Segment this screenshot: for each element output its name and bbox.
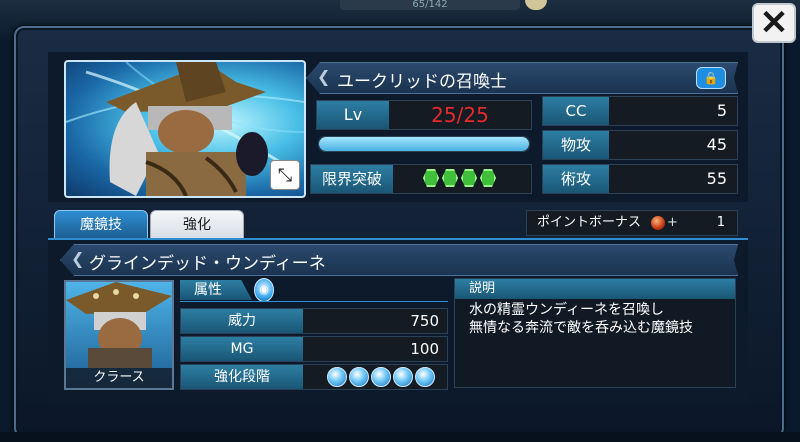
- summoner-illustration: [66, 62, 304, 196]
- limit-break-gem-icon: [423, 169, 439, 187]
- enhance-orb-icon: [393, 367, 413, 387]
- point-orb-icon: [651, 216, 665, 230]
- character-name: クラース: [66, 368, 172, 388]
- stat-label: 物攻: [543, 131, 609, 159]
- enhance-orb-icon: [371, 367, 391, 387]
- chevron-left-icon: ❮: [71, 249, 85, 268]
- skill-power-row: 威力 750: [180, 308, 448, 334]
- point-bonus-value: 1: [716, 215, 725, 230]
- water-element-icon: ◉: [254, 278, 274, 302]
- stat-label: 術攻: [543, 165, 609, 193]
- enhance-orb-icon: [349, 367, 369, 387]
- stat-value: 5: [716, 101, 727, 120]
- unit-portrait[interactable]: ⤡: [64, 60, 306, 198]
- unit-name: ユークリッドの召喚士: [337, 72, 507, 92]
- close-icon: ✕: [759, 4, 789, 42]
- tab-enhance[interactable]: 強化: [150, 210, 244, 240]
- stat-value: 45: [706, 135, 727, 154]
- limit-break-gem-icon: [480, 169, 496, 187]
- enhance-stage-orbs: [327, 367, 435, 387]
- stat-label: CC: [543, 97, 609, 125]
- resize-icon: ⤡: [277, 164, 293, 186]
- description-label: 説明: [455, 279, 735, 299]
- enhance-orb-icon: [327, 367, 347, 387]
- skill-row-label: 威力: [181, 309, 303, 333]
- close-button[interactable]: ✕: [752, 3, 796, 43]
- character-illustration: [66, 282, 172, 368]
- enhance-orb-icon: [415, 367, 435, 387]
- tab-mirror-arte[interactable]: 魔鏡技: [54, 210, 148, 240]
- level-label: Lv: [317, 101, 389, 129]
- skill-name-bar: ❮ グラインデッド・ウンディーネ: [60, 244, 738, 276]
- description-line: 無情なる奔流で敵を呑み込む魔鏡技: [469, 320, 693, 336]
- skill-row-label: MG: [181, 337, 303, 361]
- unit-name-bar: ❮ ユークリッドの召喚士: [306, 62, 738, 94]
- skill-name: グラインデッド・ウンディーネ: [89, 254, 326, 274]
- stat-magic-attack: 術攻 55: [542, 164, 738, 194]
- skill-row-value: 100: [410, 340, 439, 358]
- limit-break-gem-icon: [461, 169, 477, 187]
- skill-mg-row: MG 100: [180, 336, 448, 362]
- attribute-label: 属性: [180, 280, 252, 300]
- point-bonus-plus: +: [667, 215, 678, 230]
- bottom-strip: [0, 432, 800, 442]
- lock-button[interactable]: 🔒: [696, 67, 726, 89]
- limit-break-label: 限界突破: [311, 165, 393, 193]
- exp-bar-fill: [319, 137, 529, 151]
- divider: [180, 301, 448, 302]
- limit-break-gems: [423, 169, 496, 187]
- description-text: 水の精霊ウンディーネを召喚し 無情なる奔流で敵を呑み込む魔鏡技: [469, 301, 729, 337]
- skill-description: 説明 水の精霊ウンディーネを召喚し 無情なる奔流で敵を呑み込む魔鏡技: [454, 278, 736, 388]
- point-bonus-label: ポイントボーナス: [537, 215, 642, 230]
- skill-row-value: 750: [410, 312, 439, 330]
- stat-physical-attack: 物攻 45: [542, 130, 738, 160]
- limit-break-display: 限界突破: [310, 164, 532, 194]
- stamina-counter: 65/142: [340, 0, 520, 10]
- expand-button[interactable]: ⤡: [270, 160, 300, 190]
- limit-break-gem-icon: [442, 169, 458, 187]
- lock-icon: 🔒: [703, 71, 719, 85]
- level-value: 25/25: [431, 103, 489, 127]
- stat-value: 55: [706, 169, 727, 188]
- stat-cc: CC 5: [542, 96, 738, 126]
- exp-bar: [318, 136, 530, 152]
- character-card[interactable]: クラース: [64, 280, 174, 390]
- level-display: Lv 25/25: [316, 100, 532, 130]
- description-line: 水の精霊ウンディーネを召喚し: [469, 302, 665, 318]
- point-bonus-bar: ポイントボーナス + 1: [526, 210, 738, 236]
- chevron-left-icon: ❮: [317, 67, 331, 86]
- skill-row-label: 強化段階: [181, 365, 303, 389]
- skill-enhance-row: 強化段階: [180, 364, 448, 390]
